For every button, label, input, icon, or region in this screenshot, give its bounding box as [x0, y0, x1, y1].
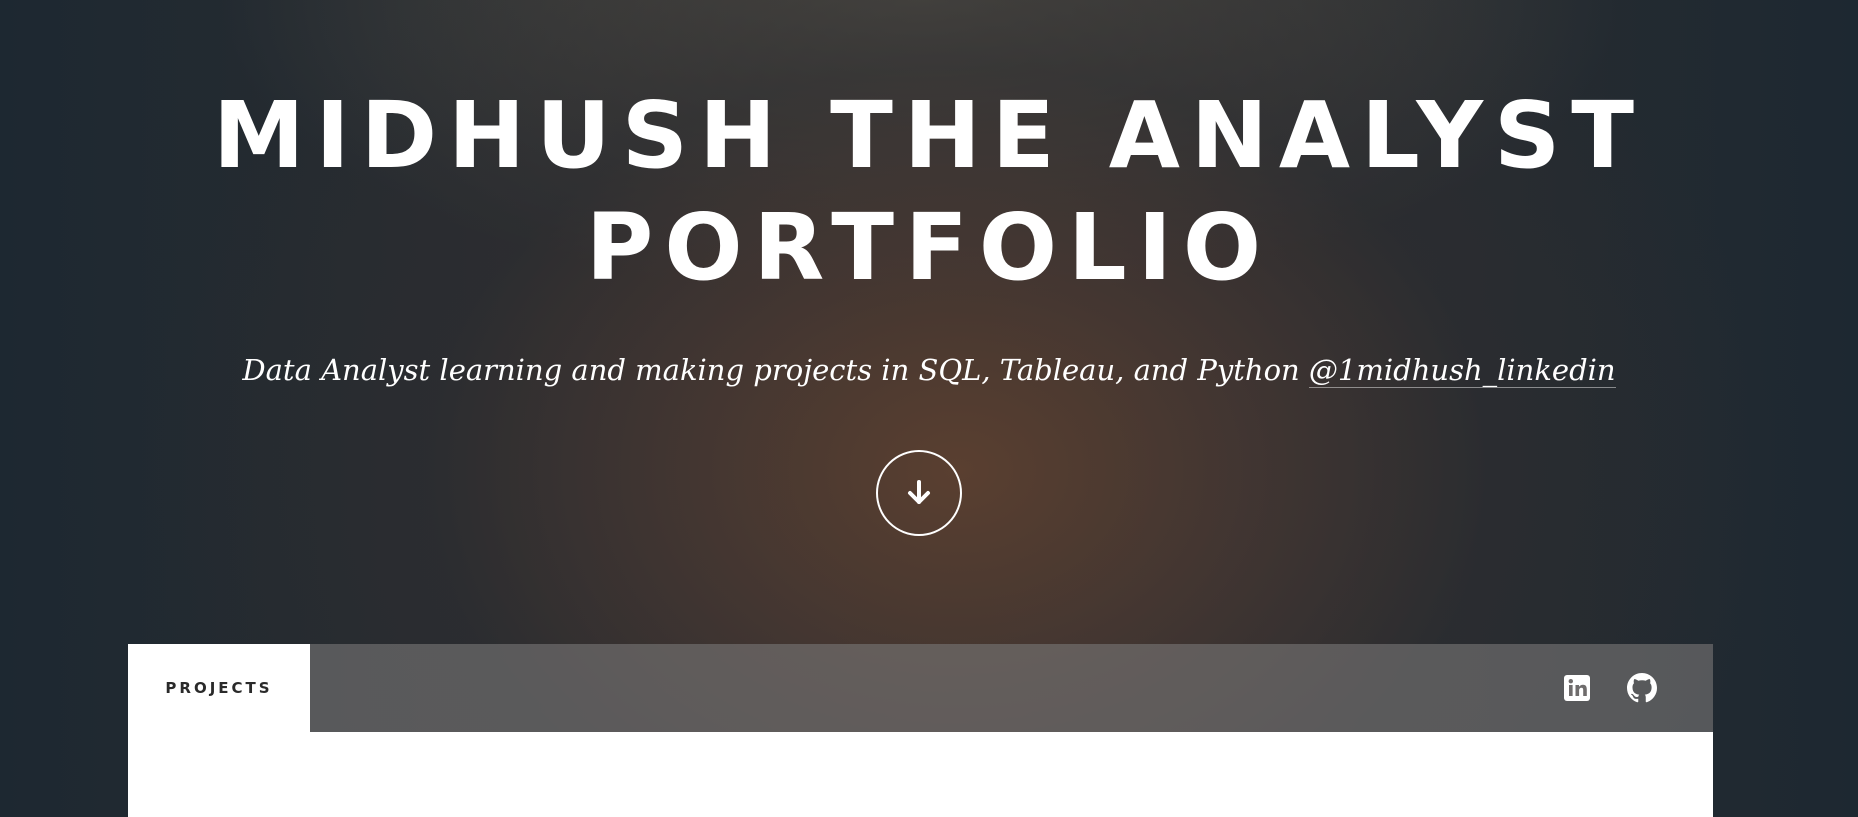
linkedin-icon[interactable]: [1562, 673, 1592, 703]
main-panel: PROJECTS: [128, 644, 1713, 817]
hero-section: MIDHUSH THE ANALYST PORTFOLIO Data Analy…: [0, 0, 1858, 640]
projects-content: [128, 732, 1713, 817]
arrow-down-icon: [908, 480, 930, 504]
page-title-line-1: MIDHUSH THE ANALYST: [212, 82, 1646, 189]
page-title: MIDHUSH THE ANALYST PORTFOLIO: [0, 80, 1858, 304]
tab-projects[interactable]: PROJECTS: [128, 644, 310, 732]
nav-bar: PROJECTS: [128, 644, 1713, 732]
github-icon[interactable]: [1627, 673, 1657, 703]
page-title-line-2: PORTFOLIO: [585, 194, 1273, 301]
linkedin-handle-link[interactable]: @1midhush_linkedin: [1308, 353, 1616, 388]
subtitle: Data Analyst learning and making project…: [0, 350, 1858, 390]
scroll-down-button[interactable]: [876, 450, 962, 536]
subtitle-text: Data Analyst learning and making project…: [242, 353, 1309, 387]
